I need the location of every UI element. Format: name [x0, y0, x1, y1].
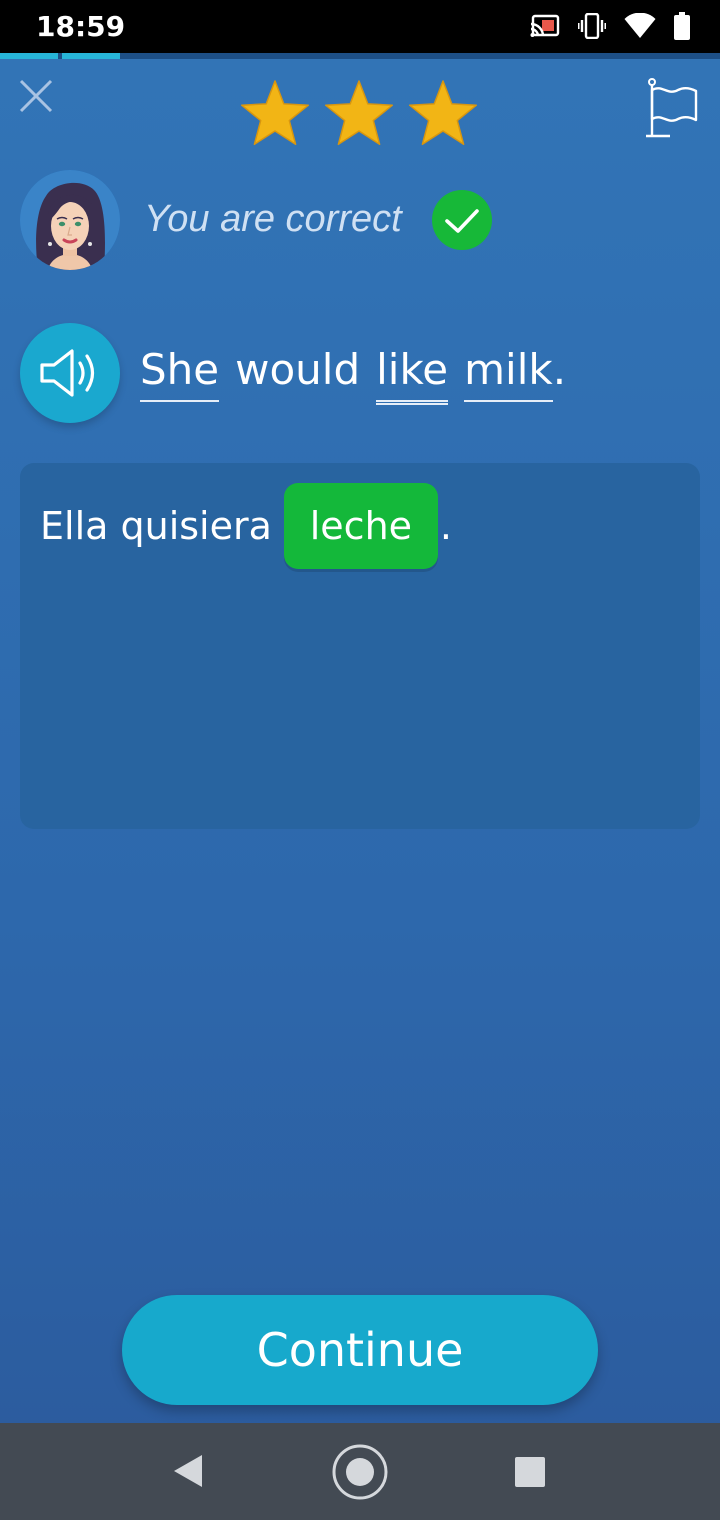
- speaker-icon: [40, 349, 95, 397]
- answer-sentence: Ella quisiera leche .: [40, 483, 452, 569]
- status-icons: [530, 12, 690, 40]
- system-nav-bar: [0, 1423, 720, 1520]
- close-icon: [19, 79, 53, 113]
- status-time: 18:59: [36, 10, 126, 43]
- nav-home-button[interactable]: [331, 1443, 389, 1506]
- tutor-avatar: [20, 170, 120, 270]
- recents-square-icon: [515, 1457, 545, 1487]
- cast-icon: [530, 14, 560, 37]
- prompt-sentence: She would like milk .: [140, 345, 566, 405]
- feedback-row: You are correct: [20, 170, 700, 270]
- answer-panel: Ella quisiera leche .: [20, 463, 700, 829]
- progress-segment-divider: [58, 53, 62, 59]
- home-circle-icon: [332, 1444, 388, 1500]
- battery-icon: [674, 12, 690, 40]
- close-button[interactable]: [18, 78, 54, 114]
- nav-recents-button[interactable]: [514, 1456, 546, 1493]
- answer-text-after: .: [439, 504, 452, 548]
- star-icon: [408, 80, 478, 146]
- flag-icon: [646, 78, 698, 138]
- vibrate-icon: [578, 13, 606, 39]
- report-flag-button[interactable]: [644, 78, 698, 140]
- tutor-avatar-image: [20, 170, 120, 270]
- status-bar: 18:59: [0, 0, 720, 53]
- nav-back-button[interactable]: [172, 1453, 204, 1494]
- prompt-word-like[interactable]: like: [376, 345, 449, 405]
- answer-word-chip[interactable]: leche: [283, 483, 438, 569]
- rating-stars: [238, 78, 480, 150]
- prompt-period: .: [552, 345, 567, 394]
- prompt-word-milk[interactable]: milk: [464, 345, 553, 402]
- prompt-word-would[interactable]: would: [235, 345, 360, 400]
- play-audio-button[interactable]: [20, 323, 120, 423]
- check-icon: [445, 209, 479, 233]
- star-icon: [324, 80, 394, 146]
- prompt-row: She would like milk .: [20, 323, 700, 423]
- prompt-word-she[interactable]: She: [140, 345, 220, 402]
- wifi-icon: [624, 13, 656, 38]
- continue-button[interactable]: Continue: [122, 1295, 598, 1405]
- lesson-progress-bar: [0, 53, 720, 59]
- star-icon: [240, 80, 310, 146]
- back-triangle-icon: [174, 1455, 202, 1487]
- feedback-message: You are correct: [144, 198, 402, 240]
- answer-text-before: Ella quisiera: [40, 504, 272, 548]
- correct-check-badge: [432, 190, 492, 250]
